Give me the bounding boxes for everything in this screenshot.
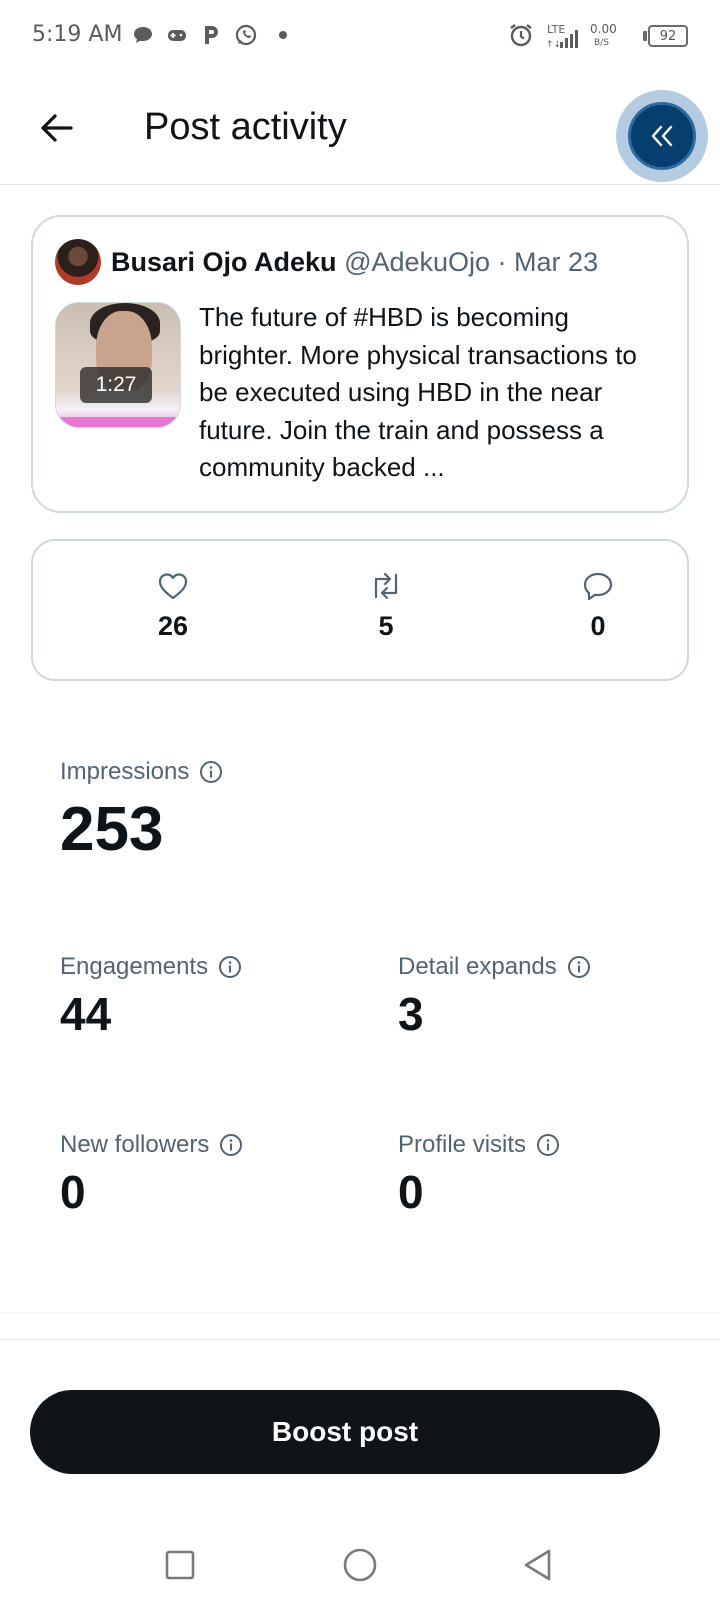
- chat-bubble-icon: [132, 20, 154, 50]
- author-name[interactable]: Busari Ojo Adeku: [111, 247, 337, 277]
- post-card[interactable]: Busari Ojo Adeku @AdekuOjo · Mar 23 1:27…: [31, 215, 689, 513]
- engagements-label: Engagements: [60, 953, 209, 980]
- gamepad-icon: [166, 20, 188, 50]
- info-icon[interactable]: [536, 1133, 560, 1157]
- video-thumbnail[interactable]: 1:27: [55, 302, 181, 428]
- impressions-value: 253: [60, 795, 164, 864]
- replies-stat[interactable]: 0: [548, 571, 648, 642]
- floating-collapse-button[interactable]: [628, 102, 696, 170]
- likes-stat[interactable]: 26: [123, 571, 223, 642]
- detail-expands-value: 3: [398, 988, 424, 1040]
- battery-icon: 92: [648, 25, 688, 47]
- svg-text:↑↓: ↑↓: [546, 40, 561, 50]
- engagements-metric: Engagements 44: [60, 953, 242, 1041]
- new-followers-label: New followers: [60, 1131, 210, 1158]
- back-button[interactable]: [30, 102, 82, 154]
- page-title: Post activity: [144, 106, 347, 148]
- dot-icon: [278, 20, 288, 50]
- alarm-icon: [508, 20, 534, 50]
- post-text: The future of #HBD is becoming brighter.…: [199, 302, 637, 482]
- reply-icon: [583, 572, 613, 601]
- info-icon[interactable]: [567, 955, 591, 979]
- profile-visits-metric: Profile visits 0: [398, 1131, 560, 1219]
- detail-expands-label: Detail expands: [398, 953, 557, 980]
- engagement-summary-card: 26 5 0: [31, 539, 689, 681]
- signal-icon: ↑↓: [546, 24, 582, 54]
- heart-icon: [158, 573, 188, 600]
- new-followers-metric: New followers 0: [60, 1131, 243, 1219]
- avatar[interactable]: [55, 239, 101, 285]
- post-author-row: Busari Ojo Adeku @AdekuOjo · Mar 23: [111, 247, 598, 278]
- square-icon: [165, 1550, 195, 1580]
- divider: [0, 1339, 720, 1340]
- divider: [0, 1312, 720, 1313]
- p-app-icon: [200, 20, 222, 50]
- impressions-metric: Impressions 253: [60, 758, 223, 865]
- reposts-stat[interactable]: 5: [336, 571, 436, 642]
- profile-visits-value: 0: [398, 1166, 424, 1218]
- header: Post activity: [0, 72, 720, 185]
- net-speed: 0.00: [590, 22, 617, 36]
- detail-expands-metric: Detail expands 3: [398, 953, 591, 1041]
- separator-dot: ·: [490, 247, 515, 277]
- replies-count: 0: [590, 611, 606, 641]
- double-chevron-left-icon: [651, 125, 673, 147]
- author-handle: @AdekuOjo: [344, 247, 491, 277]
- thumbnail-caption-strip: [56, 417, 180, 427]
- boost-post-button[interactable]: Boost post: [30, 1390, 660, 1474]
- status-time: 5:19 AM: [32, 22, 123, 47]
- info-icon[interactable]: [199, 760, 223, 784]
- video-duration-badge: 1:27: [80, 367, 152, 403]
- impressions-label: Impressions: [60, 758, 190, 785]
- reposts-count: 5: [378, 611, 394, 641]
- info-icon[interactable]: [218, 955, 242, 979]
- net-speed-unit: B/S: [594, 38, 609, 48]
- info-icon[interactable]: [219, 1133, 243, 1157]
- likes-count: 26: [157, 611, 189, 641]
- recents-button[interactable]: [160, 1545, 200, 1585]
- status-bar: 5:19 AM LTE ↑↓ 0.00 B/S 92: [0, 0, 720, 72]
- profile-visits-label: Profile visits: [398, 1131, 527, 1158]
- triangle-back-icon: [524, 1549, 551, 1581]
- repost-icon: [374, 572, 398, 600]
- new-followers-value: 0: [60, 1166, 86, 1218]
- arrow-left-icon: [41, 114, 73, 142]
- battery-nub: [643, 31, 647, 41]
- home-button[interactable]: [340, 1545, 380, 1585]
- circle-icon: [343, 1548, 377, 1582]
- back-nav-button[interactable]: [518, 1545, 558, 1585]
- engagements-value: 44: [60, 988, 112, 1040]
- post-date: Mar 23: [514, 247, 599, 277]
- whatsapp-icon: [234, 20, 258, 50]
